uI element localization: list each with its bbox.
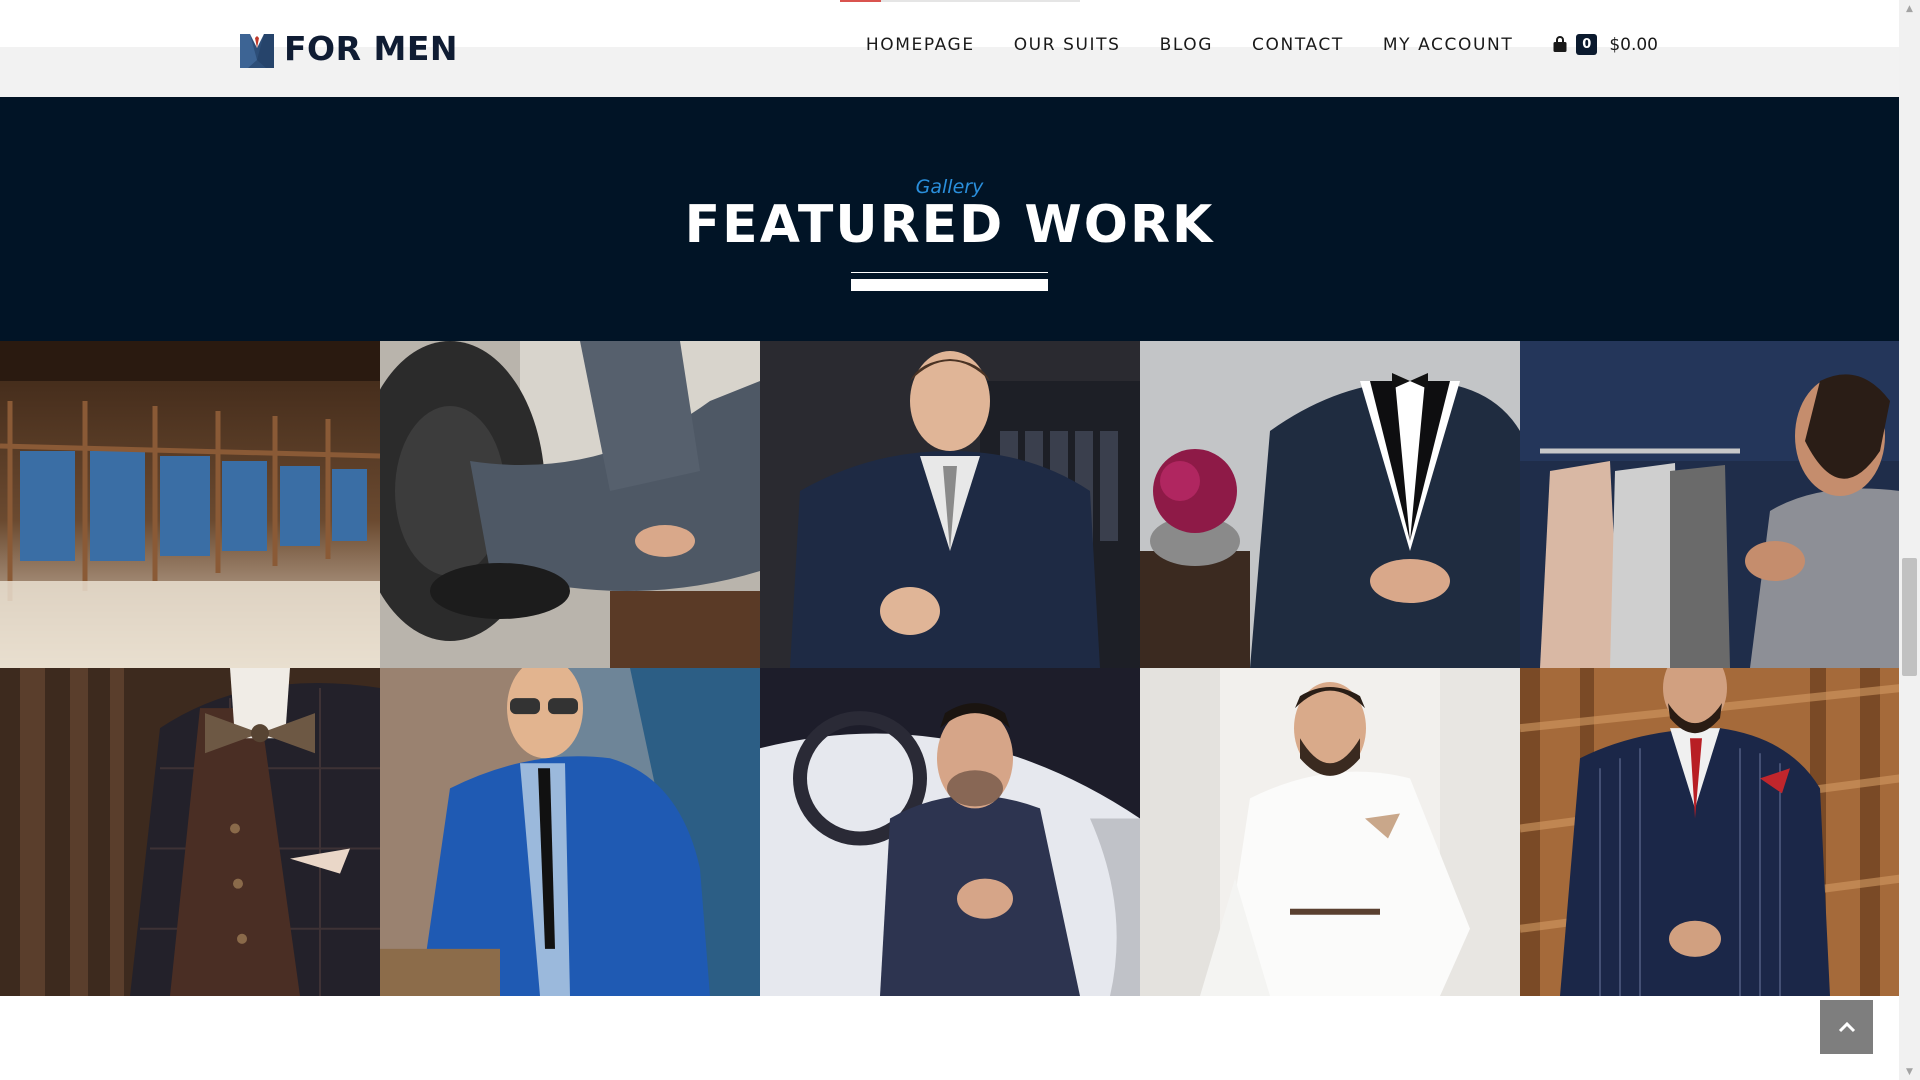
page-scrollbar[interactable]: ▲ ▼ bbox=[1899, 0, 1920, 1080]
gallery-item-man-white-suit-seated[interactable] bbox=[1140, 668, 1520, 996]
site-logo[interactable]: FOR MEN bbox=[240, 28, 458, 68]
gallery-grid bbox=[0, 341, 1900, 996]
page: FOR MEN HOMEPAGE OUR SUITS BLOG CONTACT … bbox=[0, 0, 1920, 1080]
cart-link[interactable]: 0 $0.00 bbox=[1552, 34, 1658, 55]
main-nav: HOMEPAGE OUR SUITS BLOG CONTACT MY ACCOU… bbox=[827, 34, 1658, 55]
scrollbar-thumb[interactable] bbox=[1902, 558, 1917, 676]
nav-homepage[interactable]: HOMEPAGE bbox=[866, 35, 975, 55]
scroll-up-arrow-icon[interactable]: ▲ bbox=[1899, 0, 1920, 17]
cart-total: $0.00 bbox=[1609, 34, 1658, 55]
gallery-item-young-man-navy-three-piece[interactable] bbox=[760, 341, 1140, 668]
title-divider-thin bbox=[851, 272, 1048, 273]
section-title: FEATURED WORK bbox=[684, 195, 1215, 255]
gallery-item-man-black-tuxedo-bow-tie[interactable] bbox=[1140, 341, 1520, 668]
scroll-progress-bar bbox=[840, 0, 881, 2]
gallery-item-plaid-suit-bow-tie-closeup[interactable] bbox=[0, 668, 380, 996]
title-divider bbox=[851, 279, 1048, 291]
shopping-bag-icon bbox=[1552, 36, 1568, 53]
scroll-down-arrow-icon[interactable]: ▼ bbox=[1899, 1063, 1920, 1080]
suit-jacket-icon bbox=[240, 28, 274, 68]
gallery-item-man-seated-grey-check-suit[interactable] bbox=[380, 341, 760, 668]
gallery-item-man-blue-suit-sunglasses-car[interactable] bbox=[380, 668, 760, 996]
nav-contact[interactable]: CONTACT bbox=[1252, 35, 1344, 55]
gallery-item-man-pinstripe-double-breasted[interactable] bbox=[1520, 668, 1900, 996]
nav-blog[interactable]: BLOG bbox=[1160, 35, 1213, 55]
gallery-item-man-navy-suit-in-car[interactable] bbox=[760, 668, 1140, 996]
chevron-up-icon bbox=[1838, 1018, 1856, 1037]
nav-my-account[interactable]: MY ACCOUNT bbox=[1383, 35, 1513, 55]
nav-our-suits[interactable]: OUR SUITS bbox=[1014, 35, 1121, 55]
cart-count-badge: 0 bbox=[1576, 34, 1598, 55]
back-to-top-button[interactable] bbox=[1820, 1000, 1873, 1054]
gallery-item-bearded-man-clothing-rack[interactable] bbox=[1520, 341, 1900, 668]
brand-name: FOR MEN bbox=[284, 28, 458, 68]
site-header: FOR MEN HOMEPAGE OUR SUITS BLOG CONTACT … bbox=[0, 0, 1899, 97]
gallery-item-suit-store-interior[interactable] bbox=[0, 341, 380, 668]
